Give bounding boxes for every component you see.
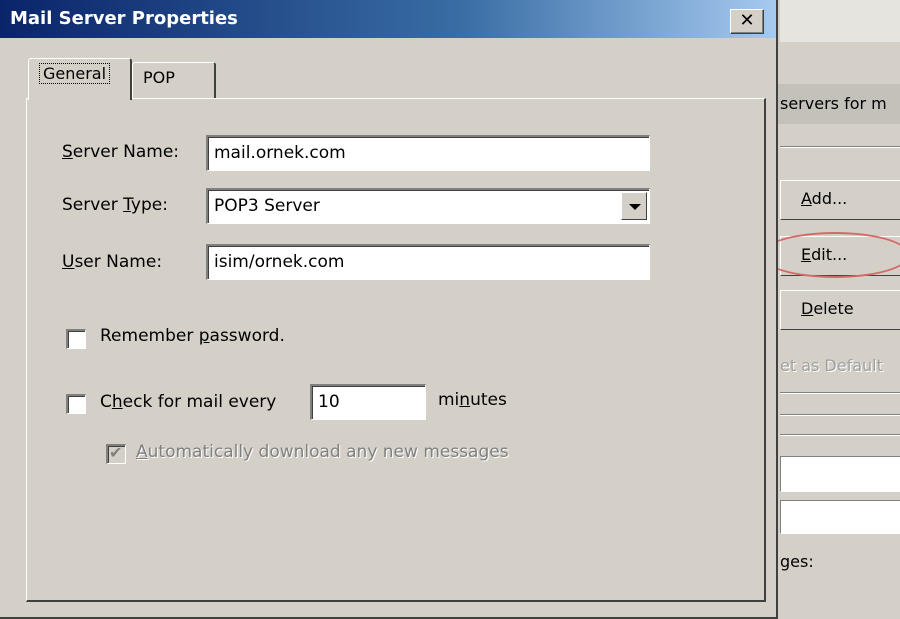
check-minutes-input[interactable]: 10 <box>310 384 426 420</box>
divider <box>780 414 900 416</box>
auto-download-label[interactable]: Automatically download any new messages <box>136 442 509 462</box>
close-button[interactable]: ✕ <box>730 9 764 34</box>
check-mail-rest: eck for mail every <box>122 392 277 412</box>
mail-server-properties-dialog: Mail Server Properties ✕ General POP Ser… <box>0 0 778 619</box>
edit-button[interactable]: Edit... <box>780 236 900 276</box>
server-name-label-text: erver Name: <box>72 142 180 162</box>
divider <box>780 434 900 436</box>
minutes-mnemonic: n <box>459 390 471 410</box>
edit-button-label: dit... <box>811 245 848 264</box>
edit-button-mnemonic: E <box>801 245 812 264</box>
delete-button[interactable]: Delete <box>780 290 900 330</box>
server-type-label: Server Type: <box>62 195 168 215</box>
user-name-mnemonic: U <box>62 252 75 272</box>
chevron-down-icon[interactable] <box>621 192 647 220</box>
remember-password-checkbox[interactable] <box>66 329 86 349</box>
minutes-rest: utes <box>470 390 507 410</box>
dialog-title: Mail Server Properties <box>10 8 238 29</box>
add-button-mnemonic: A <box>801 189 812 208</box>
check-mail-label[interactable]: Check for mail every <box>100 392 276 412</box>
close-icon: ✕ <box>739 10 755 31</box>
server-name-mnemonic: S <box>62 142 73 162</box>
delete-button-mnemonic: D <box>801 299 814 318</box>
auto-download-checkbox[interactable]: ✔ <box>106 443 126 464</box>
divider <box>780 392 900 394</box>
auto-download-rest: utomatically download any new messages <box>147 442 509 462</box>
minutes-pre: mi <box>438 390 460 410</box>
add-button[interactable]: Add... <box>780 180 900 220</box>
server-type-value: POP3 Server <box>214 196 320 216</box>
user-name-value: isim/ornek.com <box>214 252 345 272</box>
add-button-label: dd... <box>811 189 848 208</box>
server-name-label: Server Name: <box>62 142 179 162</box>
remember-pre: Remember <box>100 326 199 346</box>
background-field[interactable] <box>780 500 900 534</box>
user-name-label-text: ser Name: <box>74 252 163 272</box>
tab-pop-label: POP <box>143 68 175 87</box>
check-minutes-value: 10 <box>318 392 340 412</box>
title-bar[interactable]: Mail Server Properties ✕ <box>0 0 776 38</box>
background-toolbar <box>780 0 900 42</box>
server-type-label-pre: Server <box>62 195 124 215</box>
set-as-default-button[interactable]: et as Default <box>780 356 900 386</box>
user-name-label: User Name: <box>62 252 162 272</box>
server-type-select[interactable]: POP3 Server <box>206 188 650 224</box>
check-mail-mnemonic: h <box>111 392 123 412</box>
remember-rest: assword. <box>209 326 285 346</box>
user-name-input[interactable]: isim/ornek.com <box>206 244 650 280</box>
check-mail-pre: C <box>100 392 112 412</box>
remember-password-label[interactable]: Remember password. <box>100 326 285 346</box>
tab-general[interactable]: General <box>28 58 132 100</box>
server-type-label-rest: ype: <box>130 195 168 215</box>
background-field[interactable] <box>780 456 900 492</box>
server-name-input[interactable]: mail.ornek.com <box>206 135 650 171</box>
server-type-mnemonic: T <box>123 195 131 215</box>
check-mail-checkbox[interactable] <box>66 394 86 414</box>
messages-label: ges: <box>780 552 814 571</box>
checkmark-icon: ✔ <box>109 443 123 462</box>
background-header-text: servers for m <box>780 94 887 113</box>
delete-button-label: elete <box>813 299 854 318</box>
tab-pop[interactable]: POP <box>132 62 216 98</box>
auto-download-mnemonic: A <box>136 442 148 462</box>
minutes-label: minutes <box>438 390 507 410</box>
server-name-value: mail.ornek.com <box>214 143 346 163</box>
general-tab-panel <box>26 98 766 602</box>
remember-mnemonic: p <box>198 326 210 346</box>
tab-general-label: General <box>39 63 111 84</box>
divider <box>780 146 900 148</box>
